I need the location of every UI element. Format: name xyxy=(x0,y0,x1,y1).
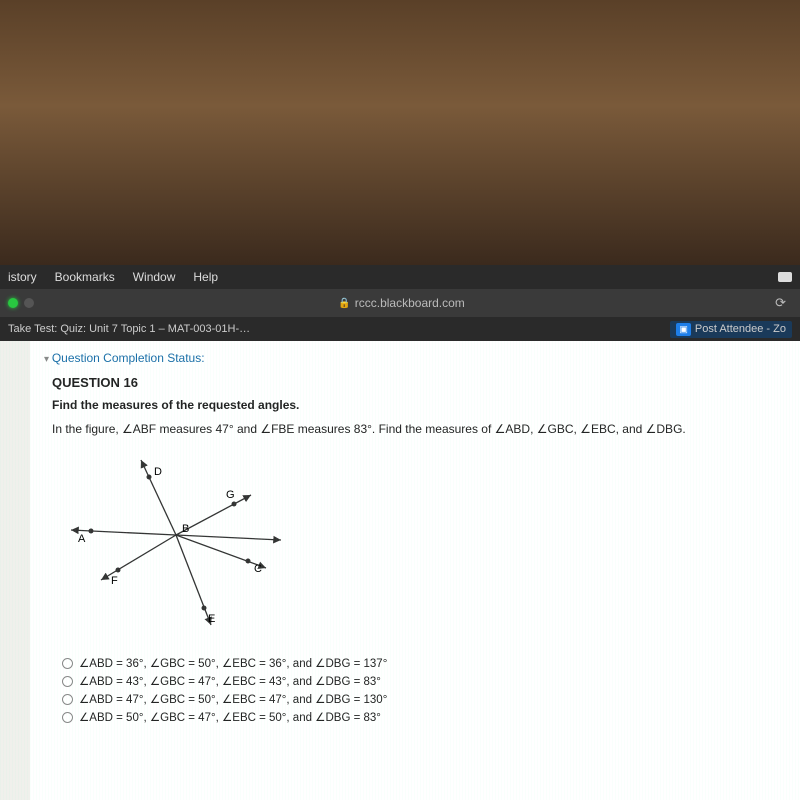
radio-icon[interactable] xyxy=(62,658,73,669)
answer-options: ∠ABD = 36°, ∠GBC = 50°, ∠EBC = 36°, and … xyxy=(44,650,786,726)
laptop-screen: istory Bookmarks Window Help 🔒 rccc.blac… xyxy=(0,265,800,800)
point-label-e: E xyxy=(208,613,215,625)
completion-status[interactable]: Question Completion Status: xyxy=(44,347,786,373)
question-prompt: Find the measures of the requested angle… xyxy=(44,396,786,420)
address-host: rccc.blackboard.com xyxy=(355,296,465,310)
mac-menubar: istory Bookmarks Window Help xyxy=(0,265,800,289)
menu-item-bookmarks[interactable]: Bookmarks xyxy=(55,270,115,284)
tab-zoom[interactable]: ▣ Post Attendee - Zo xyxy=(670,321,792,338)
option-text: ∠ABD = 43°, ∠GBC = 47°, ∠EBC = 43°, and … xyxy=(79,674,381,688)
option-2[interactable]: ∠ABD = 43°, ∠GBC = 47°, ∠EBC = 43°, and … xyxy=(62,672,786,690)
option-text: ∠ABD = 50°, ∠GBC = 47°, ∠EBC = 50°, and … xyxy=(79,710,381,724)
zoom-icon: ▣ xyxy=(676,323,691,336)
lock-icon: 🔒 xyxy=(338,298,350,309)
menu-item-window[interactable]: Window xyxy=(133,270,176,284)
radio-icon[interactable] xyxy=(62,712,73,723)
question-number: QUESTION 16 xyxy=(44,373,786,396)
traffic-light-dim[interactable] xyxy=(24,298,34,308)
point-label-f: F xyxy=(111,575,118,587)
traffic-light-green[interactable] xyxy=(8,298,18,308)
address-bar[interactable]: 🔒 rccc.blackboard.com xyxy=(42,296,761,310)
menu-item-history[interactable]: istory xyxy=(8,270,37,284)
angle-figure: A D E G xyxy=(44,446,786,650)
menu-item-help[interactable]: Help xyxy=(193,270,218,284)
point-label-a: A xyxy=(78,533,86,545)
option-3[interactable]: ∠ABD = 47°, ∠GBC = 50°, ∠EBC = 47°, and … xyxy=(62,690,786,708)
camera-icon[interactable] xyxy=(778,272,792,282)
point-label-c: C xyxy=(254,563,262,575)
reload-icon[interactable]: ⟳ xyxy=(769,295,792,311)
window-controls xyxy=(8,298,34,308)
page-content: Question Completion Status: QUESTION 16 … xyxy=(0,341,800,800)
background-room xyxy=(0,0,800,265)
browser-tabs: Take Test: Quiz: Unit 7 Topic 1 – MAT-00… xyxy=(0,317,800,341)
point-label-b: B xyxy=(182,523,189,535)
radio-icon[interactable] xyxy=(62,694,73,705)
question-description: In the figure, ∠ABF measures 47° and ∠FB… xyxy=(44,420,786,446)
option-text: ∠ABD = 36°, ∠GBC = 50°, ∠EBC = 36°, and … xyxy=(79,656,387,670)
option-1[interactable]: ∠ABD = 36°, ∠GBC = 50°, ∠EBC = 36°, and … xyxy=(62,654,786,672)
tab-zoom-label: Post Attendee - Zo xyxy=(695,323,786,335)
tab-active[interactable]: Take Test: Quiz: Unit 7 Topic 1 – MAT-00… xyxy=(8,323,670,335)
browser-toolbar: 🔒 rccc.blackboard.com ⟳ xyxy=(0,289,800,317)
option-4[interactable]: ∠ABD = 50°, ∠GBC = 47°, ∠EBC = 50°, and … xyxy=(62,708,786,726)
option-text: ∠ABD = 47°, ∠GBC = 50°, ∠EBC = 47°, and … xyxy=(79,692,387,706)
radio-icon[interactable] xyxy=(62,676,73,687)
point-label-d: D xyxy=(154,466,162,478)
point-label-g: G xyxy=(226,489,235,501)
